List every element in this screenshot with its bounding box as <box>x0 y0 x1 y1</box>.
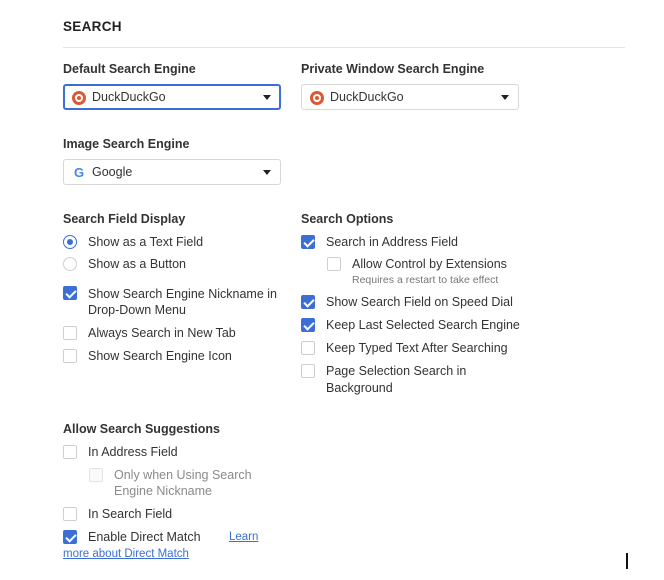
private-engine-select[interactable]: DuckDuckGo <box>301 84 519 110</box>
page-selection-label-line1: Page Selection Search in <box>326 364 467 378</box>
private-engine-value: DuckDuckGo <box>330 90 404 104</box>
text-cursor <box>626 553 628 569</box>
engine-icon-checkbox[interactable] <box>63 349 77 363</box>
image-engine-label: Image Search Engine <box>63 137 190 151</box>
learn-more-link[interactable]: Learn <box>229 531 258 543</box>
direct-match-checkbox[interactable] <box>63 530 77 544</box>
duckduckgo-icon <box>310 91 324 105</box>
suggest-search-field-label: In Search Field <box>88 507 173 521</box>
nickname-checkbox[interactable] <box>63 286 77 300</box>
private-engine-label: Private Window Search Engine <box>301 62 485 76</box>
nickname-only-checkbox[interactable] <box>89 468 103 482</box>
keep-last-engine-checkbox[interactable] <box>301 318 315 332</box>
section-title: SEARCH <box>63 19 122 34</box>
default-engine-label: Default Search Engine <box>63 62 196 76</box>
page-selection-label-line2: Background <box>326 381 393 395</box>
nickname-only-label-line1: Only when Using Search <box>114 468 252 482</box>
duckduckgo-icon <box>72 91 86 105</box>
direct-match-label: Enable Direct Match <box>88 530 201 544</box>
image-engine-value: Google <box>92 165 133 179</box>
suggest-search-field-checkbox[interactable] <box>63 507 77 521</box>
keep-typed-text-label: Keep Typed Text After Searching <box>326 341 508 355</box>
address-field-search-checkbox[interactable] <box>301 235 315 249</box>
suggestions-label: Allow Search Suggestions <box>63 422 220 436</box>
default-engine-value: DuckDuckGo <box>92 90 166 104</box>
restart-note: Requires a restart to take effect <box>352 274 499 286</box>
keep-typed-text-checkbox[interactable] <box>301 341 315 355</box>
radio-button[interactable] <box>63 257 77 271</box>
extensions-control-checkbox[interactable] <box>327 257 341 271</box>
radio-text-field[interactable] <box>63 235 77 249</box>
learn-more-link-continued[interactable]: more about Direct Match <box>63 548 189 560</box>
chevron-down-icon <box>263 170 271 175</box>
image-engine-select[interactable]: G Google <box>63 159 281 185</box>
radio-button-label: Show as a Button <box>88 257 186 271</box>
google-icon: G <box>73 165 85 180</box>
nickname-only-label-line2: Engine Nickname <box>114 484 212 498</box>
suggest-address-checkbox[interactable] <box>63 445 77 459</box>
section-divider <box>63 47 625 48</box>
engine-icon-label: Show Search Engine Icon <box>88 349 232 363</box>
field-display-label: Search Field Display <box>63 212 186 226</box>
speed-dial-label: Show Search Field on Speed Dial <box>326 295 513 309</box>
speed-dial-checkbox[interactable] <box>301 295 315 309</box>
page-selection-checkbox[interactable] <box>301 364 315 378</box>
suggest-address-label: In Address Field <box>88 445 178 459</box>
nickname-label-line2: Drop-Down Menu <box>88 303 186 317</box>
chevron-down-icon <box>263 95 271 100</box>
address-field-search-label: Search in Address Field <box>326 235 459 249</box>
extensions-control-label: Allow Control by Extensions <box>352 257 507 271</box>
nickname-label-line1: Show Search Engine Nickname in <box>88 287 277 301</box>
keep-last-engine-label: Keep Last Selected Search Engine <box>326 318 520 332</box>
search-options-label: Search Options <box>301 212 394 226</box>
default-engine-select[interactable]: DuckDuckGo <box>63 84 281 110</box>
always-new-tab-label: Always Search in New Tab <box>88 326 236 340</box>
radio-text-field-label: Show as a Text Field <box>88 235 204 249</box>
always-new-tab-checkbox[interactable] <box>63 326 77 340</box>
chevron-down-icon <box>501 95 509 100</box>
